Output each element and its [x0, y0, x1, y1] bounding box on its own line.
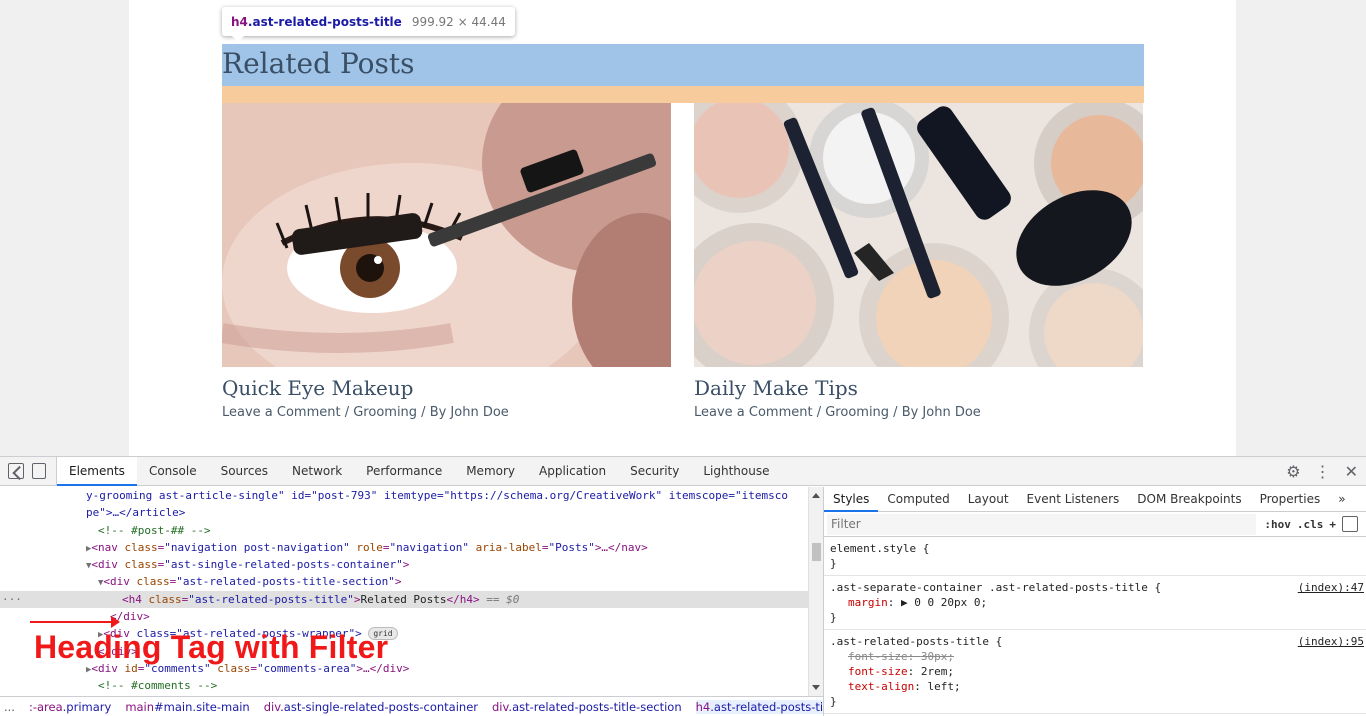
tab-overflow-chevron[interactable]: »	[1329, 487, 1354, 512]
tab-security[interactable]: Security	[618, 457, 691, 486]
styles-filter-buttons: :hov .cls +	[1256, 516, 1366, 532]
tab-event-listeners[interactable]: Event Listeners	[1018, 487, 1129, 512]
breadcrumb-lead[interactable]: ...	[4, 700, 15, 714]
toggle-sidebar-icon[interactable]	[1342, 516, 1358, 532]
dom-comment[interactable]: <!-- #post-## -->	[0, 522, 808, 539]
cls-toggle-button[interactable]: .cls	[1297, 518, 1324, 531]
devtools-panel: Elements Console Sources Network Perform…	[0, 456, 1366, 716]
annotation-arrow	[30, 616, 120, 628]
tab-performance[interactable]: Performance	[354, 457, 454, 486]
dom-comment[interactable]: <!-- #comments -->	[0, 677, 808, 694]
devtools-tabbar: Elements Console Sources Network Perform…	[0, 456, 1366, 486]
tooltip-class: .ast-related-posts-title	[247, 14, 402, 29]
post-title-link[interactable]: Quick Eye Makeup	[222, 376, 413, 400]
more-dots-icon[interactable]: ···	[2, 591, 22, 608]
dom-node-title-section[interactable]: ▼<div class="ast-related-posts-title-sec…	[0, 573, 808, 590]
dom-node-h4-selected[interactable]: ··· <h4 class="ast-related-posts-title">…	[0, 590, 808, 609]
inspect-element-icon[interactable]	[8, 463, 24, 479]
post-meta: Leave a Comment / Grooming / By John Doe	[694, 405, 981, 420]
tab-properties[interactable]: Properties	[1251, 487, 1330, 512]
breadcrumb-item-selected[interactable]: h4.ast-related-posts-title	[695, 699, 823, 714]
scroll-up-arrow-icon[interactable]	[812, 493, 820, 498]
settings-gear-icon[interactable]: ⚙	[1286, 462, 1300, 481]
tooltip-tag: h4	[231, 14, 248, 29]
style-rule-element[interactable]: element.style { }	[824, 537, 1366, 576]
tab-sources[interactable]: Sources	[209, 457, 280, 486]
elements-scrollbar[interactable]	[808, 487, 823, 696]
dom-node-related-container[interactable]: ▼<div class="ast-single-related-posts-co…	[0, 556, 808, 573]
tab-application[interactable]: Application	[527, 457, 618, 486]
device-toolbar-icon[interactable]	[32, 463, 46, 479]
annotation-label: Heading Tag with Filter	[34, 629, 389, 665]
style-rule-related-title[interactable]: .ast-related-posts-title { (index):95 fo…	[824, 630, 1366, 714]
breadcrumb-item[interactable]: :-area.primary	[29, 700, 111, 714]
post-image-daily-make-tips[interactable]	[694, 103, 1143, 367]
breadcrumb: ... :-area.primary main#main.site-main d…	[0, 696, 823, 716]
related-posts-heading: Related Posts	[222, 47, 415, 80]
styles-tabbar: Styles Computed Layout Event Listeners D…	[824, 487, 1366, 512]
breadcrumb-item[interactable]: div.ast-single-related-posts-container	[264, 700, 478, 714]
inspect-tooltip: h4.ast-related-posts-title 999.92 × 44.4…	[222, 7, 515, 42]
post-image-quick-eye-makeup[interactable]	[222, 103, 671, 367]
breadcrumb-item[interactable]: div.ast-related-posts-title-section	[492, 700, 682, 714]
dom-line[interactable]: y-grooming ast-article-single" id="post-…	[0, 487, 808, 504]
scroll-down-arrow-icon[interactable]	[812, 685, 820, 690]
tab-dom-breakpoints[interactable]: DOM Breakpoints	[1128, 487, 1250, 512]
element-highlight-margin	[222, 86, 1144, 103]
scroll-thumb[interactable]	[812, 543, 821, 561]
devtools-tool-icons	[0, 456, 57, 486]
makeup-brushes-powder-photo	[694, 103, 1143, 367]
tab-network[interactable]: Network	[280, 457, 354, 486]
tab-styles[interactable]: Styles	[824, 487, 879, 512]
styles-filter-bar: :hov .cls +	[824, 512, 1366, 537]
breadcrumb-item[interactable]: main#main.site-main	[125, 700, 249, 714]
hov-toggle-button[interactable]: :hov	[1264, 518, 1291, 531]
mascara-eye-photo	[222, 103, 671, 367]
rule-source-link[interactable]: (index):47	[1298, 580, 1364, 595]
dom-close-div[interactable]: </div>	[0, 608, 808, 625]
rule-source-link[interactable]: (index):95	[1298, 634, 1364, 649]
tab-layout[interactable]: Layout	[959, 487, 1018, 512]
post-title-link[interactable]: Daily Make Tips	[694, 376, 858, 400]
tab-console[interactable]: Console	[137, 457, 209, 486]
dom-node-nav[interactable]: ▶<nav class="navigation post-navigation"…	[0, 539, 808, 556]
tooltip-dimensions: 999.92 × 44.44	[411, 14, 506, 29]
close-icon[interactable]: ✕	[1345, 462, 1358, 481]
elements-dom-tree[interactable]: y-grooming ast-article-single" id="post-…	[0, 487, 808, 696]
tab-elements[interactable]: Elements	[57, 456, 137, 486]
post-meta: Leave a Comment / Grooming / By John Doe	[222, 405, 509, 420]
styles-filter-input[interactable]	[827, 513, 1257, 535]
styles-pane: Styles Computed Layout Event Listeners D…	[823, 487, 1366, 716]
dom-line[interactable]: pe">…</article>	[0, 504, 808, 521]
new-rule-button[interactable]: +	[1329, 518, 1336, 531]
tab-memory[interactable]: Memory	[454, 457, 527, 486]
page-viewport: Related Posts h4.ast-related-posts-title…	[0, 0, 1366, 456]
style-rule-separate-container[interactable]: .ast-separate-container .ast-related-pos…	[824, 576, 1366, 630]
tab-computed[interactable]: Computed	[878, 487, 958, 512]
devtools-right-icons: ⚙ ⋮ ✕	[1286, 462, 1366, 481]
tab-lighthouse[interactable]: Lighthouse	[691, 457, 781, 486]
kebab-menu-icon[interactable]: ⋮	[1315, 462, 1331, 481]
